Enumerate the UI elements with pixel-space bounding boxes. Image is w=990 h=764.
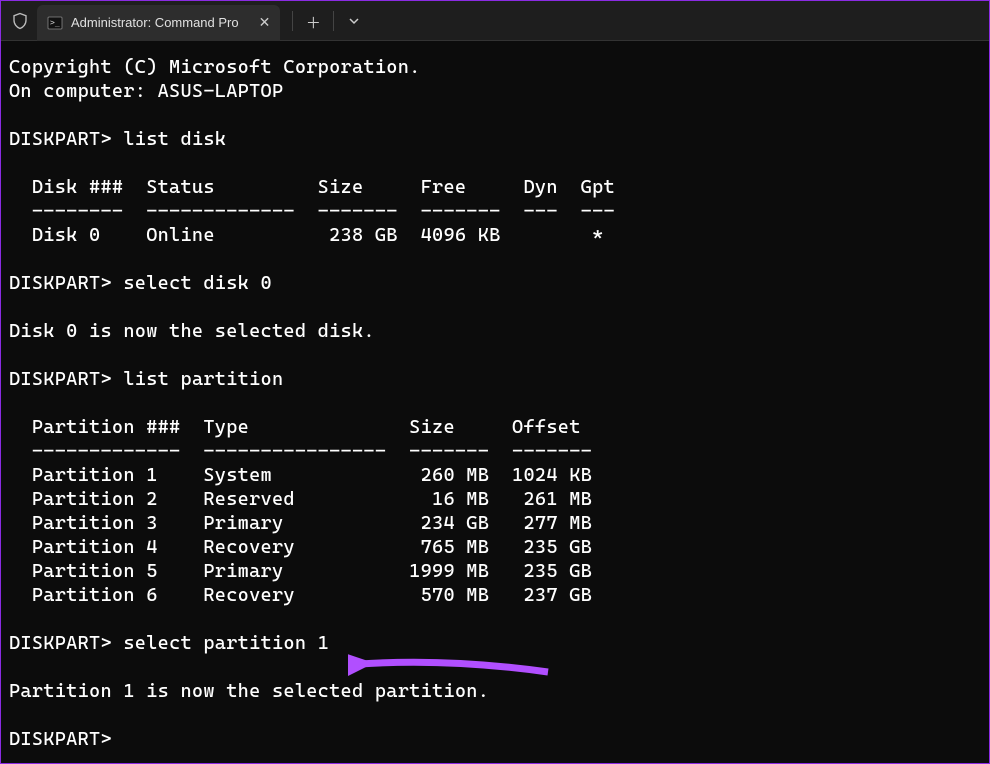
table-row: Partition 2 Reserved 16 MB 261 MB: [9, 488, 592, 510]
tab-dropdown-button[interactable]: [336, 5, 372, 41]
command-list-disk: list disk: [123, 128, 226, 150]
command-select-disk: select disk 0: [123, 272, 272, 294]
select-disk-message: Disk 0 is now the selected disk.: [9, 320, 375, 342]
tab-title: Administrator: Command Pro: [71, 15, 239, 30]
add-tab-button[interactable]: ＋: [295, 5, 331, 41]
terminal-icon: >_: [47, 15, 63, 31]
computer-line: On computer: ASUS-LAPTOP: [9, 80, 283, 102]
prompt: DISKPART>: [9, 632, 112, 654]
command-list-partition: list partition: [123, 368, 283, 390]
partition-table-rule: ------------- ---------------- ------- -…: [9, 440, 592, 462]
table-row: Partition 4 Recovery 765 MB 235 GB: [9, 536, 592, 558]
tab-command-prompt[interactable]: >_ Administrator: Command Pro ✕: [37, 5, 280, 41]
divider: [333, 11, 334, 31]
prompt: DISKPART>: [9, 368, 112, 390]
titlebar: >_ Administrator: Command Pro ✕ ＋: [1, 1, 989, 41]
divider: [292, 11, 293, 31]
table-row: Partition 1 System 260 MB 1024 KB: [9, 464, 592, 486]
copyright-line: Copyright (C) Microsoft Corporation.: [9, 56, 421, 78]
shield-icon: [11, 12, 29, 30]
table-row: Partition 6 Recovery 570 MB 237 GB: [9, 584, 592, 606]
chevron-down-icon: [348, 14, 360, 31]
prompt: DISKPART>: [9, 128, 112, 150]
svg-text:>_: >_: [50, 18, 60, 27]
terminal-output[interactable]: Copyright (C) Microsoft Corporation. On …: [1, 41, 989, 761]
plus-icon: ＋: [306, 12, 321, 33]
table-row: Disk 0 Online 238 GB 4096 KB *: [9, 224, 604, 246]
prompt: DISKPART>: [9, 728, 112, 750]
command-select-partition: select partition 1: [123, 632, 329, 654]
partition-table-header: Partition ### Type Size Offset: [9, 416, 581, 438]
select-partition-message: Partition 1 is now the selected partitio…: [9, 680, 489, 702]
disk-table-rule: -------- ------------- ------- ------- -…: [9, 200, 615, 222]
table-row: Partition 3 Primary 234 GB 277 MB: [9, 512, 592, 534]
disk-table-header: Disk ### Status Size Free Dyn Gpt: [9, 176, 615, 198]
close-icon[interactable]: ✕: [259, 14, 271, 31]
prompt: DISKPART>: [9, 272, 112, 294]
table-row: Partition 5 Primary 1999 MB 235 GB: [9, 560, 592, 582]
